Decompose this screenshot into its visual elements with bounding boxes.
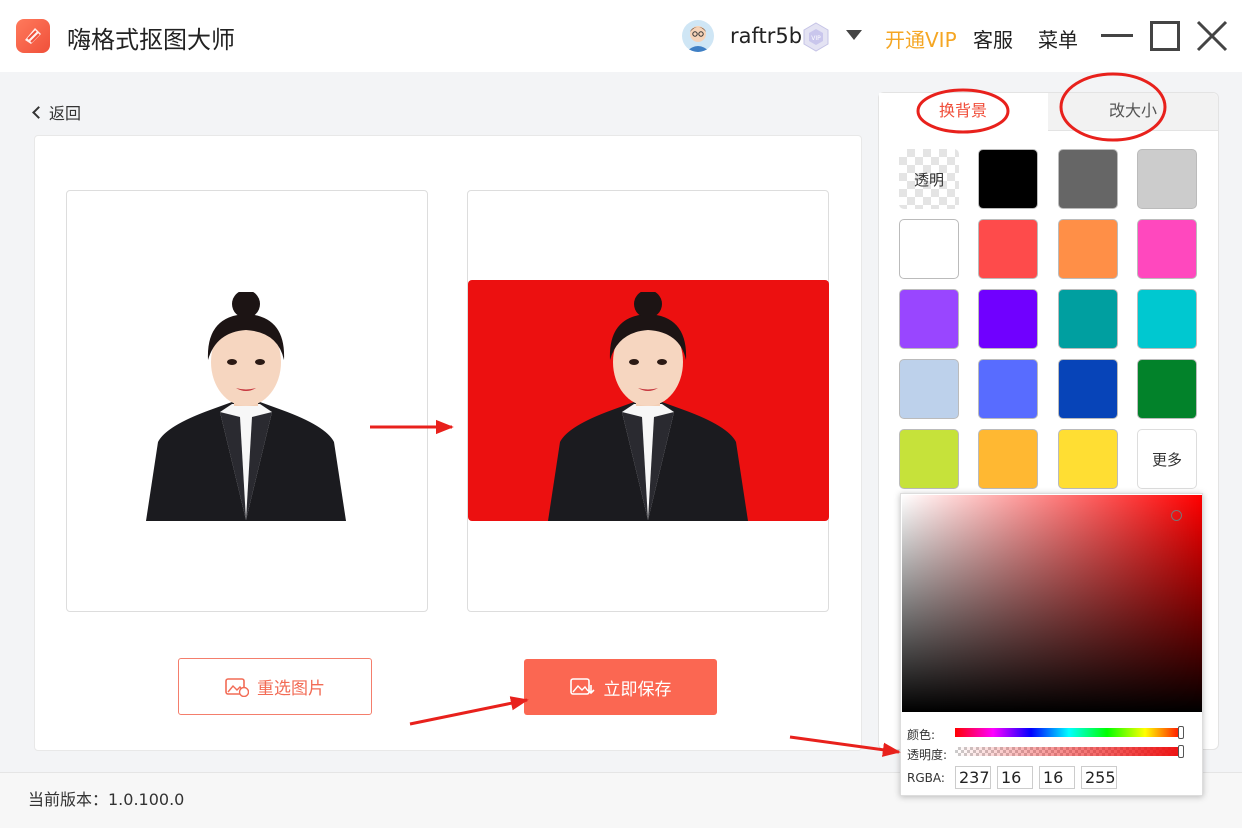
back-label: 返回 — [49, 104, 82, 123]
original-portrait-image — [146, 292, 346, 521]
opacity-slider-handle[interactable] — [1178, 745, 1184, 758]
customer-service-link[interactable]: 客服 — [973, 24, 1013, 53]
vip-badge-icon: VIP — [803, 22, 829, 52]
hue-label: 颜色: — [907, 728, 936, 742]
back-button[interactable]: 返回 — [32, 100, 82, 124]
saturation-value-area[interactable] — [902, 495, 1202, 712]
username[interactable]: raftr5b — [730, 24, 802, 48]
rgba-r-input[interactable]: 237 — [955, 766, 991, 789]
close-icon[interactable] — [1196, 20, 1228, 52]
color-swatch[interactable] — [1137, 149, 1197, 209]
swatch-transparent[interactable]: 透明 — [899, 149, 959, 209]
reselect-label: 重选图片 — [257, 679, 325, 699]
rgba-g-input[interactable]: 16 — [997, 766, 1033, 789]
swatch-label: 透明 — [913, 170, 944, 189]
color-swatch[interactable] — [1137, 289, 1197, 349]
opacity-label: 透明度: — [907, 748, 948, 762]
color-swatch[interactable] — [978, 149, 1038, 209]
svg-text:VIP: VIP — [811, 35, 821, 42]
version-label: 当前版本：1.0.100.0 — [28, 790, 185, 809]
color-cursor[interactable] — [1171, 510, 1182, 521]
title-bar: 嗨格式抠图大师 raftr5b VIP 开通VIP 客服 菜单 — [0, 0, 1242, 72]
tab-change-background[interactable]: 换背景 — [879, 93, 1047, 131]
tab-resize[interactable]: 改大小 — [1048, 93, 1218, 131]
color-swatch[interactable] — [1058, 149, 1118, 209]
color-swatch[interactable] — [1058, 429, 1118, 489]
hue-slider[interactable] — [955, 728, 1183, 737]
app-title: 嗨格式抠图大师 — [67, 26, 235, 54]
color-swatch[interactable] — [1137, 359, 1197, 419]
color-swatch[interactable] — [978, 219, 1038, 279]
hue-slider-handle[interactable] — [1178, 726, 1184, 739]
reselect-image-button[interactable]: 重选图片 — [178, 658, 372, 715]
app-logo-icon — [16, 19, 50, 53]
color-swatch[interactable] — [978, 289, 1038, 349]
color-swatch[interactable] — [1058, 359, 1118, 419]
image-refresh-icon — [225, 677, 249, 697]
color-swatch[interactable] — [978, 429, 1038, 489]
more-colors-button[interactable]: 更多 — [1137, 429, 1197, 489]
opacity-slider[interactable] — [955, 747, 1183, 756]
chevron-down-icon[interactable] — [846, 30, 862, 40]
save-label: 立即保存 — [603, 679, 672, 700]
color-swatch[interactable] — [978, 359, 1038, 419]
chevron-left-icon — [32, 106, 45, 119]
color-swatch[interactable] — [899, 219, 959, 279]
maximize-icon[interactable] — [1150, 21, 1180, 51]
user-avatar[interactable] — [682, 20, 714, 52]
image-save-icon — [569, 678, 595, 695]
rgba-label: RGBA: — [907, 771, 945, 785]
color-swatch[interactable] — [1137, 219, 1197, 279]
color-swatch[interactable] — [1058, 219, 1118, 279]
save-now-button[interactable]: 立即保存 — [524, 659, 717, 715]
color-swatch[interactable] — [899, 429, 959, 489]
color-swatch[interactable] — [899, 359, 959, 419]
more-colors-label: 更多 — [1151, 450, 1182, 469]
minimize-icon[interactable] — [1101, 34, 1133, 37]
rgba-b-input[interactable]: 16 — [1039, 766, 1075, 789]
result-portrait-image — [548, 292, 748, 521]
menu-button[interactable]: 菜单 — [1038, 24, 1078, 53]
rgba-a-input[interactable]: 255 — [1081, 766, 1117, 789]
open-vip-link[interactable]: 开通VIP — [885, 24, 957, 53]
color-swatch[interactable] — [1058, 289, 1118, 349]
color-swatch[interactable] — [899, 289, 959, 349]
